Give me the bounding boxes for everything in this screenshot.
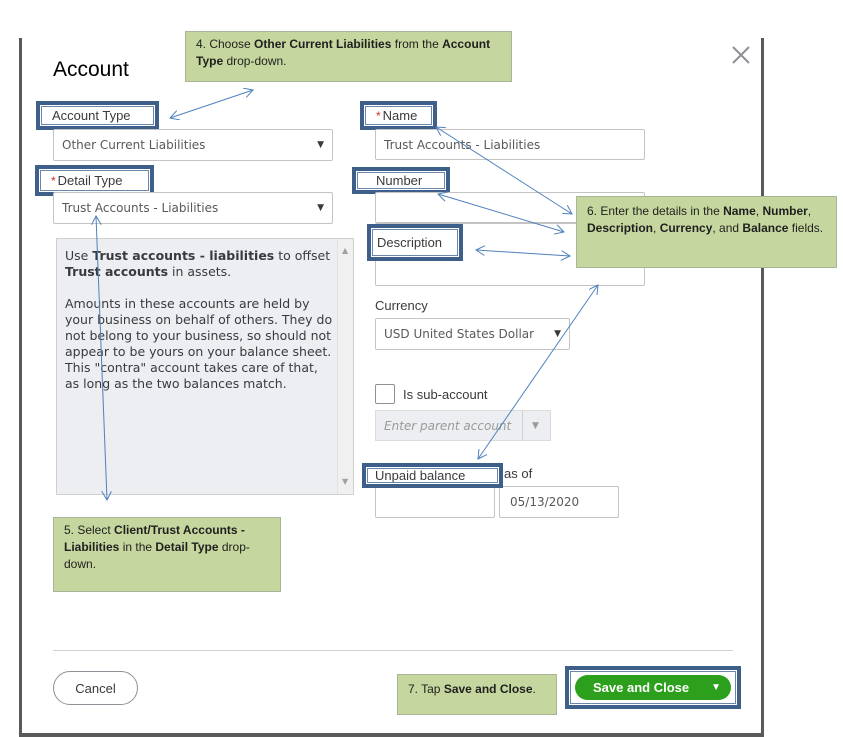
text-bold: Balance (742, 221, 789, 235)
as-of-label: as of (504, 466, 533, 481)
text: , and (712, 221, 743, 235)
text: to offset (274, 248, 331, 263)
as-of-date-input[interactable]: 05/13/2020 (499, 486, 619, 518)
description-label: Description (367, 224, 463, 261)
arrow-step-4 (170, 90, 253, 118)
number-label: Number (352, 167, 450, 194)
modal-border-right (761, 38, 764, 737)
close-icon[interactable] (730, 44, 752, 66)
scroll-down-icon[interactable]: ▼ (342, 474, 348, 490)
text-bold: Number (762, 204, 808, 218)
detail-type-select[interactable]: Trust Accounts - Liabilities ▼ (53, 192, 333, 224)
callout-step-6: 6. Enter the details in the Name, Number… (576, 196, 837, 268)
text-bold: Trust accounts (65, 264, 169, 279)
text: 7. Tap (408, 682, 444, 696)
chevron-down-icon: ▼ (317, 140, 324, 150)
save-and-close-label: Save and Close (593, 680, 690, 695)
chevron-down-icon: ▼ (317, 203, 324, 213)
parent-account-select: Enter parent account ▼ (375, 410, 551, 441)
save-and-close-highlight: Save and Close ▼ (565, 666, 741, 709)
account-type-value: Other Current Liabilities (62, 138, 206, 152)
name-label-text: Name (382, 108, 418, 123)
text: 6. Enter the details in the (587, 204, 724, 218)
name-label: * Name (360, 101, 437, 130)
text-bold: Save and Close (443, 682, 533, 696)
callout-step-5: 5. Select Client/Trust Accounts - Liabil… (53, 517, 281, 592)
text: from the (391, 37, 443, 51)
parent-account-placeholder: Enter parent account (384, 418, 512, 433)
cancel-button[interactable]: Cancel (53, 671, 138, 705)
account-type-label-text: Account Type (52, 108, 131, 123)
callout-step-7: 7. Tap Save and Close. (397, 674, 557, 715)
modal-border-bottom (19, 733, 764, 737)
text-bold: Other Current Liabilities (254, 37, 392, 51)
text: Use (65, 248, 93, 263)
account-type-label: Account Type (36, 101, 159, 130)
chevron-down-icon[interactable]: ▼ (711, 682, 721, 693)
text: . (532, 682, 536, 696)
text-bold: Trust accounts - liabilities (92, 248, 275, 263)
as-of-date-value: 05/13/2020 (510, 495, 580, 509)
sub-account-label: Is sub-account (403, 387, 488, 402)
text-bold: Currency (659, 221, 713, 235)
text: 5. Select (64, 523, 115, 537)
description-paragraph-2: Amounts in these accounts are held by yo… (65, 296, 333, 391)
text: in assets. (168, 264, 232, 279)
text: drop-down. (223, 54, 287, 68)
unpaid-balance-label-text: Unpaid balance (375, 468, 466, 483)
text: , (807, 204, 812, 218)
account-type-select[interactable]: Other Current Liabilities ▼ (53, 129, 333, 161)
detail-type-value: Trust Accounts - Liabilities (62, 201, 219, 215)
divider (522, 411, 523, 440)
callout-step-4: 4. Choose Other Current Liabilities from… (185, 31, 512, 82)
chevron-down-icon: ▼ (554, 329, 561, 339)
scrollbar[interactable]: ▲ ▼ (337, 239, 353, 494)
text: fields. (788, 221, 824, 235)
text-bold: Detail Type (155, 540, 219, 554)
unpaid-balance-input[interactable] (375, 486, 495, 518)
name-value: Trust Accounts - Liabilities (384, 137, 541, 152)
text: , (653, 221, 660, 235)
text: 4. Choose (196, 37, 255, 51)
required-marker: * (51, 173, 56, 188)
detail-type-description: Use Trust accounts - liabilities to offs… (56, 238, 354, 495)
text: in the (119, 540, 156, 554)
number-label-text: Number (376, 173, 423, 188)
save-and-close-button[interactable]: Save and Close ▼ (575, 675, 731, 700)
name-input[interactable]: Trust Accounts - Liabilities (375, 129, 645, 160)
detail-type-label-text: Detail Type (57, 173, 123, 188)
footer-divider (53, 650, 733, 651)
required-marker: * (376, 108, 381, 123)
unpaid-balance-label: Unpaid balance (362, 463, 503, 488)
description-label-text: Description (377, 235, 443, 250)
currency-value: USD United States Dollar (384, 327, 535, 341)
description-paragraph-1: Use Trust accounts - liabilities to offs… (65, 248, 333, 280)
scroll-up-icon[interactable]: ▲ (342, 243, 348, 259)
chevron-down-icon: ▼ (532, 420, 539, 431)
currency-select[interactable]: USD United States Dollar ▼ (375, 318, 570, 350)
text-bold: Name (723, 204, 756, 218)
modal-border-left (19, 38, 22, 737)
currency-label: Currency (375, 298, 428, 313)
sub-account-checkbox[interactable] (375, 384, 395, 404)
text-bold: Description (587, 221, 654, 235)
dialog-title: Account (53, 58, 129, 81)
